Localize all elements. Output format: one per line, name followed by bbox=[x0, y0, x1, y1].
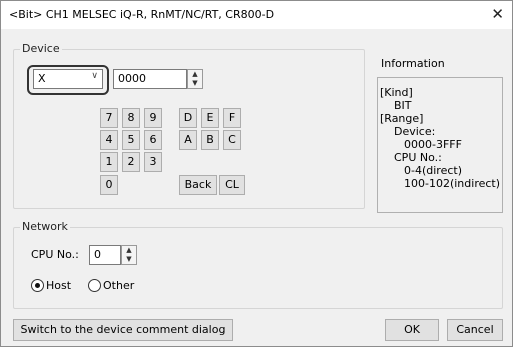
key-f[interactable]: F bbox=[223, 108, 241, 128]
information-panel: [Kind] BIT [Range] Device: 0000-3FFF CPU… bbox=[377, 77, 503, 213]
key-a[interactable]: A bbox=[179, 130, 197, 150]
network-group-label: Network bbox=[20, 220, 70, 233]
spin-down-icon[interactable]: ▼ bbox=[122, 255, 136, 263]
device-address-spinner[interactable]: ▲ ▼ bbox=[187, 69, 203, 89]
info-kind-value: BIT bbox=[394, 99, 412, 112]
key-9[interactable]: 9 bbox=[144, 108, 162, 128]
spin-down-icon[interactable]: ▼ bbox=[188, 79, 202, 87]
key-7[interactable]: 7 bbox=[100, 108, 118, 128]
information-title: Information bbox=[381, 57, 445, 70]
ok-button[interactable]: OK bbox=[385, 319, 439, 341]
host-radio[interactable] bbox=[31, 279, 44, 292]
spin-up-icon[interactable]: ▲ bbox=[188, 70, 202, 78]
key-0[interactable]: 0 bbox=[100, 175, 118, 195]
cancel-button[interactable]: Cancel bbox=[447, 319, 503, 341]
key-5[interactable]: 5 bbox=[122, 130, 140, 150]
key-d[interactable]: D bbox=[179, 108, 197, 128]
device-dialog: <Bit> CH1 MELSEC iQ-R, RnMT/NC/RT, CR800… bbox=[0, 0, 513, 347]
info-range-heading: [Range] bbox=[380, 112, 424, 125]
cpu-no-value: 0 bbox=[94, 248, 101, 261]
device-address-input[interactable]: 0000 bbox=[113, 69, 187, 89]
other-radio[interactable] bbox=[88, 279, 101, 292]
info-cpu-indirect: 100-102(indirect) bbox=[404, 177, 501, 190]
network-group: Network bbox=[13, 220, 503, 309]
key-6[interactable]: 6 bbox=[144, 130, 162, 150]
device-type-value: X bbox=[38, 72, 46, 85]
key-b[interactable]: B bbox=[201, 130, 219, 150]
info-kind-heading: [Kind] bbox=[380, 86, 413, 99]
close-icon[interactable]: ✕ bbox=[491, 5, 504, 23]
info-device-label: Device: bbox=[394, 125, 436, 138]
device-group-label: Device bbox=[20, 42, 62, 55]
info-cpu-direct: 0-4(direct) bbox=[404, 164, 462, 177]
key-e[interactable]: E bbox=[201, 108, 219, 128]
window-title: <Bit> CH1 MELSEC iQ-R, RnMT/NC/RT, CR800… bbox=[9, 8, 275, 21]
spin-up-icon[interactable]: ▲ bbox=[122, 246, 136, 254]
cpu-no-spinner[interactable]: ▲ ▼ bbox=[121, 245, 137, 265]
info-device-range: 0000-3FFF bbox=[404, 138, 462, 151]
key-1[interactable]: 1 bbox=[100, 152, 118, 172]
chevron-down-icon: ∨ bbox=[91, 71, 98, 81]
cpu-no-label: CPU No.: bbox=[31, 248, 79, 261]
host-radio-label[interactable]: Host bbox=[46, 279, 71, 292]
other-radio-label[interactable]: Other bbox=[103, 279, 134, 292]
info-cpu-label: CPU No.: bbox=[394, 151, 442, 164]
key-2[interactable]: 2 bbox=[122, 152, 140, 172]
cpu-no-input[interactable]: 0 bbox=[89, 245, 121, 265]
key-c[interactable]: C bbox=[223, 130, 241, 150]
device-address-value: 0000 bbox=[118, 72, 146, 85]
switch-to-comment-dialog-button[interactable]: Switch to the device comment dialog bbox=[13, 319, 233, 341]
device-type-select[interactable]: X ∨ bbox=[33, 69, 103, 89]
key-3[interactable]: 3 bbox=[144, 152, 162, 172]
title-bar: <Bit> CH1 MELSEC iQ-R, RnMT/NC/RT, CR800… bbox=[1, 1, 512, 29]
key-8[interactable]: 8 bbox=[122, 108, 140, 128]
clear-button[interactable]: CL bbox=[219, 175, 245, 195]
back-button[interactable]: Back bbox=[179, 175, 217, 195]
key-4[interactable]: 4 bbox=[100, 130, 118, 150]
